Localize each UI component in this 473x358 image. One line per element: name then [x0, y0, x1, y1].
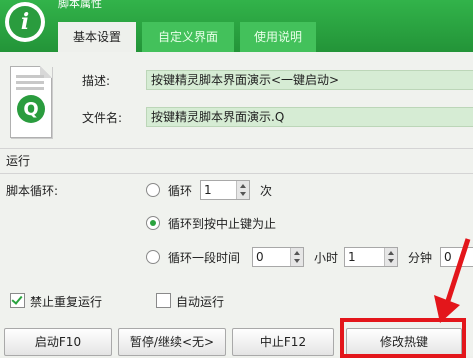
run-section-label: 运行 [6, 154, 31, 168]
option-duration-label: 循环一段时间 [168, 251, 241, 265]
minutes-stepper[interactable]: 1 [344, 247, 398, 267]
filename-label: 文件名: [82, 111, 123, 125]
loop-count-value: 1 [204, 183, 212, 197]
description-label: 描述: [82, 74, 111, 88]
no-repeat-checkbox[interactable] [10, 293, 25, 308]
hours-stepper[interactable]: 0 [252, 247, 304, 267]
hours-value: 0 [256, 250, 264, 264]
stepper-arrows-icon[interactable] [290, 248, 303, 266]
title-bar: i 脚本属性 基本设置 自定义界面 使用说明 [0, 0, 473, 52]
pause-resume-button[interactable]: 暂停/继续<无> [118, 328, 226, 356]
autorun-label: 自动运行 [176, 295, 225, 309]
start-button[interactable]: 启动F10 [4, 328, 112, 356]
minutes-unit-label: 分钟 [408, 251, 433, 265]
script-file-icon: Q [10, 66, 52, 138]
minutes-value: 1 [348, 250, 356, 264]
filename-field[interactable]: 按键精灵脚本界面演示.Q [146, 107, 473, 127]
content-panel [0, 52, 473, 356]
stepper-arrows-icon[interactable] [236, 181, 249, 199]
description-field[interactable]: 按键精灵脚本界面演示<一键启动> [146, 70, 473, 90]
loop-count-stepper[interactable]: 1 [200, 180, 250, 200]
option-loop-label: 循环 [168, 184, 193, 198]
option-until-stop-label: 循环到按中止键为止 [168, 217, 277, 231]
info-logo-icon: i [5, 2, 45, 42]
stop-button[interactable]: 中止F12 [232, 328, 334, 356]
loop-unit-label: 次 [260, 184, 273, 198]
red-arrow-icon [434, 238, 471, 323]
radio-until-stop[interactable] [146, 216, 160, 230]
loop-label: 脚本循环: [6, 184, 59, 198]
hours-unit-label: 小时 [314, 251, 339, 265]
no-repeat-label: 禁止重复运行 [30, 295, 103, 309]
tab-instructions[interactable]: 使用说明 [240, 22, 316, 52]
radio-duration[interactable] [146, 250, 160, 264]
radio-loop-count[interactable] [146, 183, 160, 197]
run-section-header: 运行 [0, 148, 473, 174]
tab-basic-settings[interactable]: 基本设置 [58, 22, 136, 52]
autorun-checkbox[interactable] [156, 293, 171, 308]
tab-custom-interface[interactable]: 自定义界面 [142, 22, 234, 52]
window-title: 脚本属性 [58, 0, 102, 10]
stepper-arrows-icon[interactable] [384, 248, 397, 266]
